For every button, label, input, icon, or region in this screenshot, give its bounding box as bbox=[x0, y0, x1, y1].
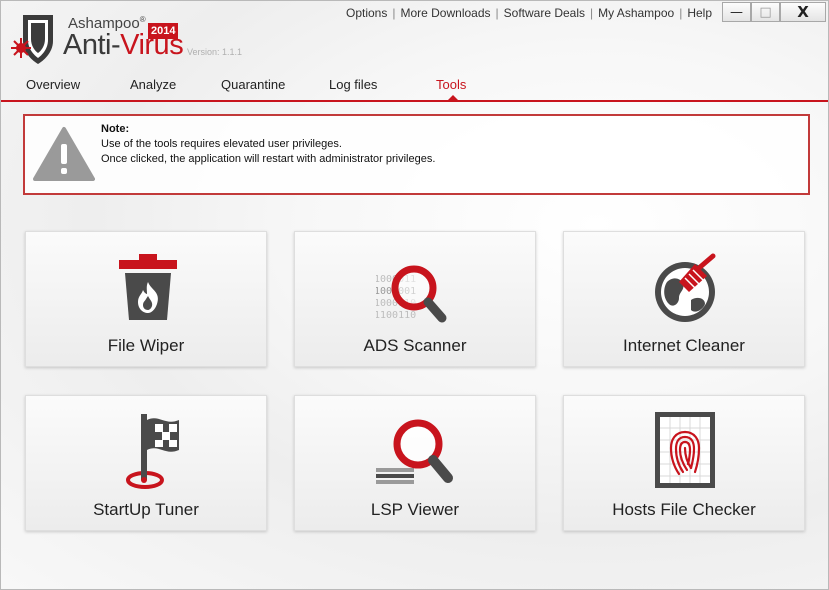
window-controls: — □ X bbox=[722, 2, 826, 22]
menu-separator: | bbox=[590, 6, 594, 20]
tool-label: LSP Viewer bbox=[370, 500, 460, 519]
tab-overview[interactable]: Overview bbox=[26, 77, 80, 92]
shield-logo-icon bbox=[11, 15, 53, 64]
tab-log-files[interactable]: Log files bbox=[329, 77, 377, 92]
menu-options[interactable]: Options bbox=[346, 6, 387, 20]
tab-analyze[interactable]: Analyze bbox=[130, 77, 176, 92]
note-line-2: Once clicked, the application will resta… bbox=[101, 153, 436, 165]
tool-lsp-viewer[interactable]: LSP Viewer bbox=[294, 395, 536, 531]
globe-broom-icon bbox=[655, 253, 716, 322]
menu-separator: | bbox=[392, 6, 396, 20]
menu-my-ashampoo[interactable]: My Ashampoo bbox=[598, 6, 674, 20]
menu-separator: | bbox=[495, 6, 499, 20]
tool-ads-scanner[interactable]: 1000011 1000001 1000110 1100110 ADS Scan… bbox=[294, 231, 536, 367]
app-window: Ashampoo® Anti-Virus 2014 Version: 1.1.1… bbox=[0, 0, 829, 590]
close-button[interactable]: X bbox=[780, 2, 826, 22]
tab-divider bbox=[1, 100, 828, 102]
minimize-button[interactable]: — bbox=[722, 2, 751, 22]
layers-magnifier-icon bbox=[376, 419, 453, 484]
menu-separator: | bbox=[679, 6, 683, 20]
svg-text:1100110: 1100110 bbox=[376, 310, 416, 321]
fingerprint-icon bbox=[655, 412, 715, 488]
trash-fire-icon bbox=[119, 254, 177, 320]
tool-label: File Wiper bbox=[107, 336, 185, 355]
binary-magnifier-icon: 1000011 1000001 1000110 1100110 bbox=[376, 265, 447, 323]
tab-quarantine[interactable]: Quarantine bbox=[221, 77, 285, 92]
tool-label: StartUp Tuner bbox=[93, 500, 199, 519]
menu-more-downloads[interactable]: More Downloads bbox=[400, 6, 490, 20]
top-menu: Options | More Downloads | Software Deal… bbox=[346, 6, 712, 20]
tool-hosts-file-checker[interactable]: Hosts File Checker bbox=[563, 395, 805, 531]
note-title: Note: bbox=[101, 123, 130, 135]
menu-software-deals[interactable]: Software Deals bbox=[504, 6, 585, 20]
warning-icon bbox=[33, 127, 95, 181]
tool-file-wiper[interactable]: File Wiper bbox=[25, 231, 267, 367]
flag-icon bbox=[126, 414, 179, 489]
year-badge: 2014 bbox=[148, 23, 179, 39]
note-line-1: Use of the tools requires elevated user … bbox=[101, 138, 342, 150]
tool-label: ADS Scanner bbox=[363, 336, 467, 355]
tool-label: Hosts File Checker bbox=[612, 500, 756, 519]
version-label: Version: 1.1.1 bbox=[187, 47, 243, 57]
tool-label: Internet Cleaner bbox=[623, 336, 745, 355]
tool-internet-cleaner[interactable]: Internet Cleaner bbox=[563, 231, 805, 367]
tool-startup-tuner[interactable]: StartUp Tuner bbox=[25, 395, 267, 531]
main-tabs: Overview Analyze Quarantine Log files To… bbox=[1, 77, 828, 101]
tab-tools[interactable]: Tools bbox=[436, 77, 466, 92]
maximize-button[interactable]: □ bbox=[751, 2, 780, 22]
privileges-note: Note: Use of the tools requires elevated… bbox=[23, 114, 810, 195]
menu-help[interactable]: Help bbox=[687, 6, 712, 20]
